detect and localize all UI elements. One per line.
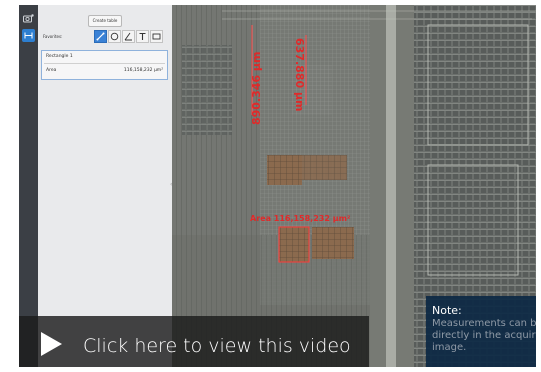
divider: [44, 63, 165, 64]
left-rail: [19, 5, 38, 367]
note-body: Measurements can be done directly in the…: [432, 318, 536, 353]
vertical-measurement-left: 890.346 µm: [250, 51, 263, 126]
circle-tool-button[interactable]: [108, 30, 121, 43]
line-tool-icon: [96, 32, 105, 41]
measurement-name: Rectangle 1: [46, 54, 73, 59]
line-tool-button[interactable]: [94, 30, 107, 43]
circle-tool-icon: [110, 32, 119, 41]
rectangle-tool-button[interactable]: [150, 30, 163, 43]
video-banner[interactable]: Click here to view this video: [19, 316, 369, 367]
play-icon[interactable]: [41, 332, 62, 356]
area-measurement-label: Area 116,158,232 µm²: [250, 214, 351, 223]
angle-tool-icon: [124, 32, 132, 41]
measurement-panel: Create table Favorites: Rectangle 1 Area…: [38, 5, 172, 367]
create-table-button[interactable]: Create table: [88, 15, 122, 27]
camera-settings-icon[interactable]: [22, 13, 35, 24]
vertical-measurement-right: 637.880 µm: [293, 38, 306, 112]
area-value: 116,158,232 µm²: [123, 68, 163, 73]
note-title: Note:: [432, 304, 462, 317]
measure-icon[interactable]: [22, 29, 35, 42]
measurement-item[interactable]: Rectangle 1 Area 116,158,232 µm²: [41, 50, 168, 80]
video-link-text[interactable]: Click here to view this video: [83, 335, 351, 357]
text-tool-button[interactable]: [136, 30, 149, 43]
note-box: Note: Measurements can be done directly …: [426, 296, 536, 367]
area-label: Area: [46, 68, 57, 73]
angle-tool-button[interactable]: [122, 30, 135, 43]
rectangle-tool-icon: [152, 33, 161, 40]
text-tool-icon: [139, 32, 146, 40]
favorites-label: Favorites:: [43, 34, 63, 39]
